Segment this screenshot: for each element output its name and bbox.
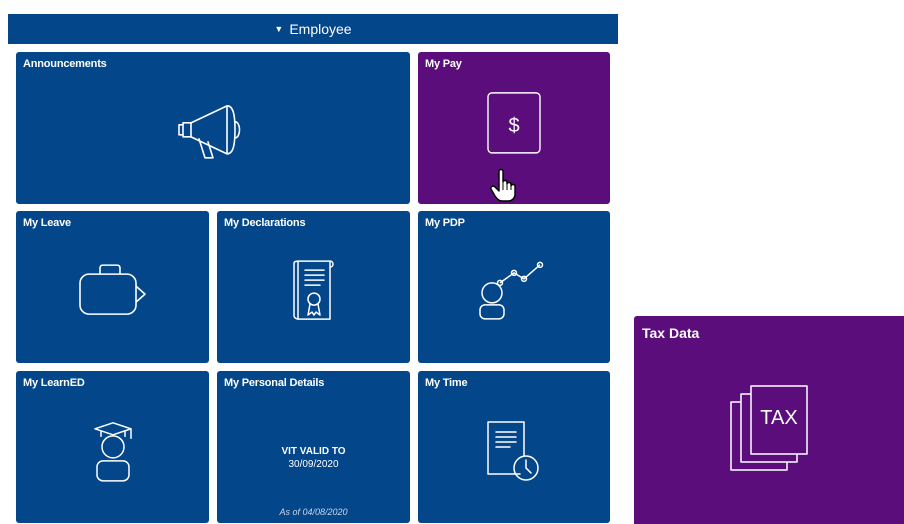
tile-title: My LearnED: [23, 377, 85, 389]
graduate-icon: [89, 419, 137, 483]
tile-my-time[interactable]: My Time: [418, 371, 610, 523]
tax-document-icon: TAX: [727, 384, 811, 474]
document-clock-icon: [484, 418, 544, 484]
tile-tax-data[interactable]: Tax Data TAX: [634, 316, 904, 524]
tile-title: My Declarations: [224, 217, 306, 229]
vit-status: VIT VALID TO 30/09/2020: [217, 445, 410, 471]
tile-title: Tax Data: [642, 325, 700, 341]
tile-my-personal-details[interactable]: My Personal Details VIT VALID TO 30/09/2…: [217, 371, 410, 523]
suitcase-icon: [77, 264, 149, 316]
tile-title: My Personal Details: [224, 377, 325, 389]
tile-my-learned[interactable]: My LearnED: [16, 371, 209, 523]
vit-date: 30/09/2020: [288, 459, 339, 470]
tile-my-leave[interactable]: My Leave: [16, 211, 209, 363]
tile-title: My Pay: [425, 58, 462, 70]
person-growth-icon: [478, 259, 550, 323]
tile-my-declarations[interactable]: My Declarations: [217, 211, 410, 363]
svg-text:$: $: [508, 115, 519, 137]
section-title: Employee: [289, 21, 352, 37]
tile-title: Announcements: [23, 58, 107, 70]
dollar-icon: $: [486, 91, 542, 155]
vit-label: VIT VALID TO: [281, 446, 346, 457]
megaphone-icon: [175, 100, 251, 164]
tile-my-pdp[interactable]: My PDP: [418, 211, 610, 363]
employee-section-header[interactable]: ▼ Employee: [8, 14, 618, 44]
tile-title: My Time: [425, 377, 468, 389]
hand-pointer-icon: [490, 168, 516, 207]
svg-text:TAX: TAX: [760, 407, 797, 429]
certificate-icon: [290, 257, 338, 325]
as-of-date: As of 04/08/2020: [279, 507, 348, 517]
tile-title: My PDP: [425, 217, 465, 229]
tile-announcements[interactable]: Announcements: [16, 52, 410, 204]
triangle-down-icon: ▼: [274, 24, 284, 34]
tile-title: My Leave: [23, 217, 71, 229]
